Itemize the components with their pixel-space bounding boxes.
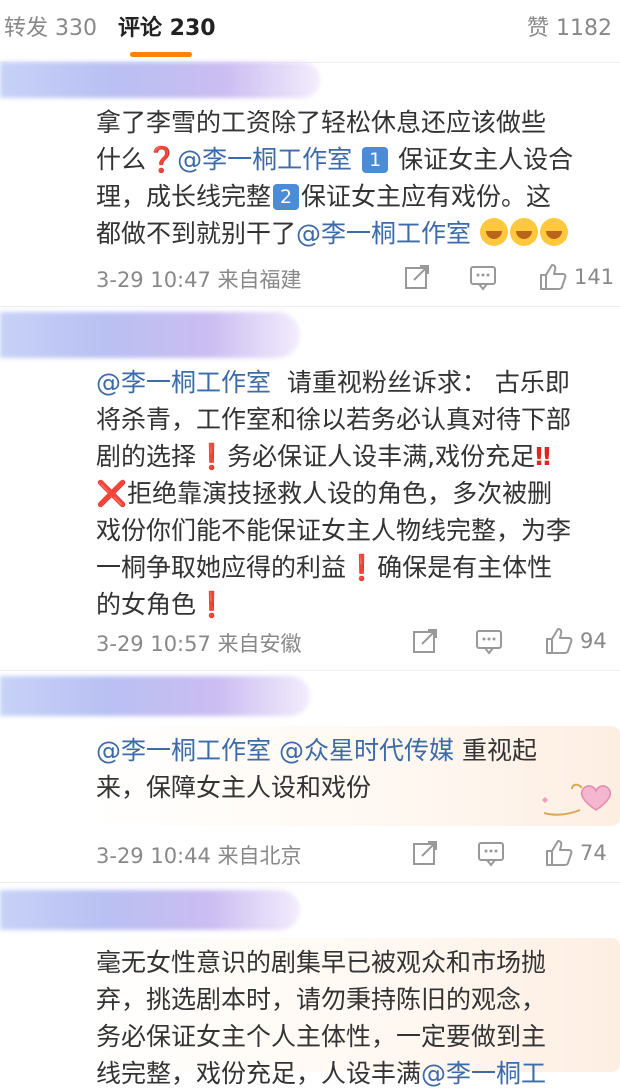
blurred-username [0,890,300,930]
comment-text: 毫无女性意识的剧集早已被观众和市场抛 弃，挑选剧本时，请勿秉持陈旧的观念， 务必… [96,944,612,1092]
mention-link[interactable]: @李一桐工作室 [96,736,271,765]
comment-meta: 3-29 10:44 来自北京 [96,844,302,868]
comment-line: 的女角色❗ [96,586,612,623]
active-tab-indicator [130,52,192,57]
like-button[interactable]: 94 [544,626,607,656]
text-span: 一桐争取她应得的利益 [96,553,347,582]
mention-link[interactable]: @李一桐工作室 [177,145,352,174]
mention-link[interactable]: @众星时代传媒 [279,736,454,765]
comment-text: @李一桐工作室 请重视粉丝诉求： 古乐即 将杀青，工作室和徐以若务必认真对待下部… [96,364,612,623]
like-button[interactable]: 74 [544,838,607,868]
cross-mark-emoji-icon: ❌ [96,479,128,508]
comment-text: 拿了李雪的工资除了轻松休息还应该做些 什么❓@李一桐工作室 1 保证女主人设合 … [96,104,612,252]
text-span: 请重视粉丝诉求： 古乐即 [286,368,570,397]
divider [0,670,620,671]
text-span: 的女角色 [96,590,197,619]
mention-link[interactable]: @李一桐工作室 [296,219,471,248]
question-emoji-icon: ❓ [146,145,178,174]
exclamation-emoji-icon: ❗ [346,553,378,582]
comment-line: 戏份你们能不能保证女主人物线完整，为李 [96,516,572,545]
text-span: 都做不到就别干了 [96,219,297,248]
comment-line: 一桐争取她应得的利益❗确保是有主体性 [96,549,612,586]
comment-line: 来，保障女主人设和戏份 [96,773,372,802]
like-thumb-icon [546,628,573,654]
repost-icon[interactable] [410,626,440,656]
text-span: 拒绝靠演技拯救人设的角色，多次被删 [127,479,553,508]
text-span: 剧的选择 [96,442,197,471]
blurred-username [0,312,300,358]
text-span: 保证女主人设合 [398,145,574,174]
comment-line: 什么❓@李一桐工作室 1 保证女主人设合 [96,141,612,178]
comment-line: 务必保证女主个人主体性，一定要做到主 [96,1022,547,1051]
repost-icon[interactable] [410,838,440,868]
like-thumb-icon [540,264,567,290]
like-count: 141 [574,265,615,289]
comment-footer: 3-29 10:44 来自北京 74 [96,838,612,868]
comment-line: ❌拒绝靠演技拯救人设的角色，多次被删 [96,475,612,512]
comment-line: 理，成长线完整 2 保证女主应有戏份。这 [96,178,612,215]
like-thumb-icon [546,840,573,866]
giggle-emoji-icon [479,218,508,246]
comment-line: 线完整，戏份充足，人设丰满@李一桐工 [96,1055,612,1092]
heart-sticker-icon [542,783,612,816]
tab-comment[interactable]: 评论 230 [118,10,216,42]
comment-icon[interactable] [468,262,498,292]
exclamation-emoji-icon: ❗ [196,442,228,471]
like-count: 74 [580,841,607,865]
comment-footer: 3-29 10:57 来自安徽 94 [96,626,612,656]
comment-line: 拿了李雪的工资除了轻松休息还应该做些 [96,108,547,137]
like-count: 94 [580,629,607,653]
like-button[interactable]: 141 [538,262,614,292]
comment-line: 都做不到就别干了@李一桐工作室 [96,215,612,252]
comment-meta: 3-29 10:47 来自福建 [96,268,302,292]
number-two-emoji-icon: 2 [273,184,300,210]
giggle-emoji-icon [509,218,538,246]
comment-icon[interactable] [474,626,504,656]
comment-line: 剧的选择❗务必保证人设丰满,戏份充足‼ [96,438,612,475]
repost-icon[interactable] [402,262,432,292]
text-span: 保证女主应有戏份。这 [301,182,552,211]
comment-line: 弃，挑选剧本时，请勿秉持陈旧的观念， [96,985,547,1014]
comment-line: 将杀青，工作室和徐以若务必认真对待下部 [96,405,572,434]
tab-like[interactable]: 赞 1182 [527,10,612,42]
divider [0,882,620,883]
blurred-username [0,676,310,716]
text-span: 确保是有主体性 [377,553,553,582]
comment-tabs: 转发 330 评论 230 赞 1182 [0,0,620,62]
blurred-username [0,62,320,98]
divider [0,306,620,307]
text-span: 重视起 [461,736,537,765]
mention-link[interactable]: @李一桐工 [421,1059,546,1088]
comment-line: @李一桐工作室 请重视粉丝诉求： 古乐即 [96,364,612,401]
text-span: 理，成长线完整 [96,182,272,211]
number-one-emoji-icon: 1 [362,147,389,173]
comment-line: 毫无女性意识的剧集早已被观众和市场抛 [96,948,547,977]
comment-icon[interactable] [476,838,506,868]
mention-link[interactable]: @李一桐工作室 [96,368,271,397]
exclamation-emoji-icon: ❗ [196,590,228,619]
double-exclamation-emoji-icon: ‼ [535,442,551,471]
comment-footer: 3-29 10:47 来自福建 141 [96,262,614,292]
text-span: 什么 [96,145,147,174]
comment-line: @李一桐工作室 @众星时代传媒 重视起 [96,732,612,769]
giggle-emoji-icon [539,218,568,246]
comment-meta: 3-29 10:57 来自安徽 [96,632,302,656]
comment-text: @李一桐工作室 @众星时代传媒 重视起 来，保障女主人设和戏份 [96,732,612,806]
tab-repost[interactable]: 转发 330 [4,10,97,42]
text-span: 线完整，戏份充足，人设丰满 [96,1059,422,1088]
text-span: 务必保证人设丰满,戏份充足 [227,442,536,471]
